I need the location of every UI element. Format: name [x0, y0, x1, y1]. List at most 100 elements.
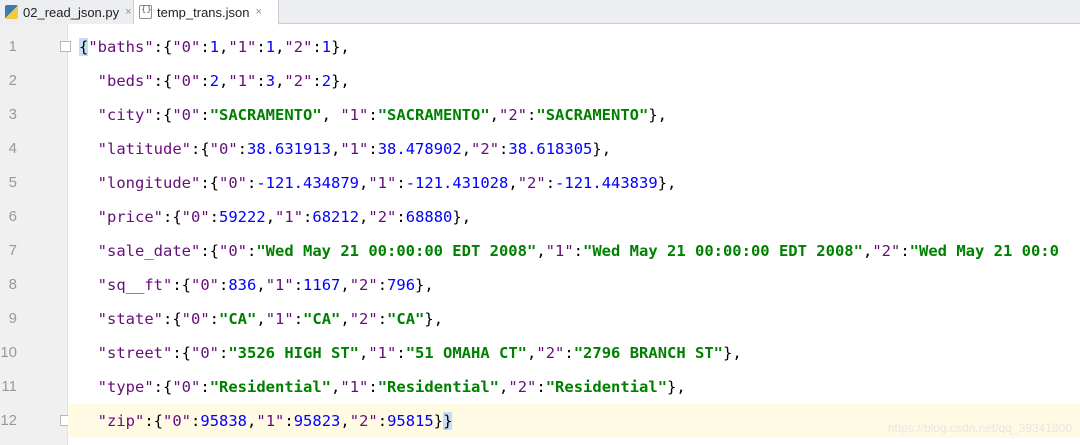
json-punctuation — [79, 140, 98, 158]
json-punctuation: : — [368, 378, 378, 396]
json-punctuation: :{ — [200, 174, 219, 192]
json-key: "2" — [349, 276, 378, 294]
json-punctuation: :{ — [163, 208, 182, 226]
matched-brace: { — [79, 38, 89, 56]
json-key: "2" — [368, 208, 397, 226]
json-punctuation: : — [312, 38, 322, 56]
tab-label: temp_trans.json — [157, 4, 250, 20]
json-punctuation: }, — [424, 310, 444, 328]
code-text: "beds":{"0":2,"1":3,"2":2}, — [79, 64, 350, 98]
line-number: 10 — [0, 344, 17, 361]
json-key: "sq__ft" — [97, 276, 173, 294]
json-punctuation: , — [359, 174, 369, 192]
json-punctuation: : — [564, 344, 574, 362]
json-punctuation — [79, 412, 98, 430]
json-punctuation: : — [247, 174, 257, 192]
code-line[interactable]: "beds":{"0":2,"1":3,"2":2}, — [68, 64, 1080, 98]
json-punctuation: :{ — [153, 38, 173, 56]
json-punctuation: : — [303, 208, 313, 226]
code-text: "sq__ft":{"0":836,"1":1167,"2":796}, — [79, 268, 434, 302]
json-string: "Wed May 21 00:0 — [909, 242, 1059, 260]
json-key: "0" — [172, 72, 201, 90]
code-line[interactable]: "latitude":{"0":38.631913,"1":38.478902,… — [68, 132, 1080, 166]
json-punctuation: , — [527, 344, 537, 362]
json-key: "2" — [517, 174, 546, 192]
code-editor[interactable]: {"baths":{"0":1,"1":1,"2":1}, "beds":{"0… — [68, 24, 1080, 445]
json-punctuation: :{ — [200, 242, 219, 260]
json-key: "1" — [228, 72, 257, 90]
json-punctuation: : — [396, 344, 406, 362]
json-punctuation — [79, 106, 98, 124]
json-punctuation: , — [359, 344, 369, 362]
json-key: "0" — [181, 310, 210, 328]
json-string: "Residential" — [545, 378, 668, 396]
json-key: "street" — [97, 344, 173, 362]
code-line[interactable]: "state":{"0":"CA","1":"CA","2":"CA"}, — [68, 302, 1080, 336]
json-key: "1" — [368, 344, 397, 362]
close-icon[interactable]: × — [256, 6, 262, 18]
code-line[interactable]: {"baths":{"0":1,"1":1,"2":1}, — [68, 30, 1080, 64]
json-number: 836 — [228, 276, 257, 294]
tab-temp-trans-json[interactable]: temp_trans.json × — [134, 0, 279, 25]
code-text: {"baths":{"0":1,"1":1,"2":1}, — [79, 30, 350, 64]
json-punctuation: }, — [648, 106, 668, 124]
json-key: "latitude" — [97, 140, 191, 158]
code-line[interactable]: "sale_date":{"0":"Wed May 21 00:00:00 ED… — [68, 234, 1080, 268]
json-punctuation: : — [256, 72, 266, 90]
json-key: "2" — [471, 140, 500, 158]
line-number: 5 — [8, 174, 17, 191]
json-punctuation: : — [200, 106, 210, 124]
json-punctuation: :{ — [172, 344, 191, 362]
code-text: "sale_date":{"0":"Wed May 21 00:00:00 ED… — [79, 234, 1059, 268]
json-number: -121.431028 — [405, 174, 509, 192]
json-number: 68880 — [405, 208, 453, 226]
json-punctuation: }, — [667, 378, 686, 396]
json-punctuation: :{ — [144, 412, 164, 430]
json-key: "1" — [545, 242, 574, 260]
code-line[interactable]: "city":{"0":"SACRAMENTO", "1":"SACRAMENT… — [68, 98, 1080, 132]
json-file-icon — [139, 5, 152, 19]
json-key: "1" — [368, 174, 397, 192]
json-key: "2" — [499, 106, 528, 124]
json-punctuation: : — [499, 140, 509, 158]
code-line[interactable]: "type":{"0":"Residential","1":"Residenti… — [68, 370, 1080, 404]
code-line[interactable]: "longitude":{"0":-121.434879,"1":-121.43… — [68, 166, 1080, 200]
json-number: 38.618305 — [508, 140, 593, 158]
tab-02-read-json-py[interactable]: 02_read_json.py × — [0, 0, 134, 24]
line-number: 6 — [8, 208, 17, 225]
json-key: "2" — [284, 72, 313, 90]
json-punctuation: , — [340, 310, 350, 328]
code-text: "street":{"0":"3526 HIGH ST","1":"51 OMA… — [79, 336, 742, 370]
json-key: "1" — [265, 276, 294, 294]
json-punctuation: , — [256, 310, 266, 328]
json-punctuation: , — [461, 140, 472, 158]
line-number: 2 — [8, 72, 17, 89]
json-string: "CA" — [387, 310, 425, 328]
json-key: "price" — [97, 208, 163, 226]
json-punctuation: , — [256, 276, 266, 294]
json-number: 1 — [321, 38, 332, 56]
json-punctuation: , — [508, 174, 518, 192]
line-number: 3 — [8, 106, 17, 123]
code-line[interactable]: "sq__ft":{"0":836,"1":1167,"2":796}, — [68, 268, 1080, 302]
close-icon[interactable]: × — [125, 6, 131, 18]
json-punctuation: :{ — [191, 140, 210, 158]
json-punctuation: , — [340, 412, 350, 430]
json-punctuation: : — [209, 310, 220, 328]
json-punctuation — [79, 378, 98, 396]
json-punctuation: : — [396, 174, 406, 192]
json-punctuation — [79, 174, 98, 192]
json-key: "0" — [172, 106, 201, 124]
line-number: 11 — [1, 378, 17, 395]
json-key: "type" — [97, 378, 154, 396]
code-line[interactable]: "street":{"0":"3526 HIGH ST","1":"51 OMA… — [68, 336, 1080, 370]
tab-label: 02_read_json.py — [23, 4, 120, 20]
json-punctuation: , — [489, 106, 500, 124]
json-punctuation: } — [433, 412, 444, 430]
code-line[interactable]: "price":{"0":59222,"1":68212,"2":68880}, — [68, 200, 1080, 234]
json-key: "2" — [508, 378, 537, 396]
json-key: "0" — [181, 208, 210, 226]
json-punctuation: , — [359, 208, 369, 226]
line-number-gutter: 1 2 3 4 5 6 7 8 9 10 11 12 — [0, 24, 71, 445]
json-punctuation: : — [219, 276, 229, 294]
